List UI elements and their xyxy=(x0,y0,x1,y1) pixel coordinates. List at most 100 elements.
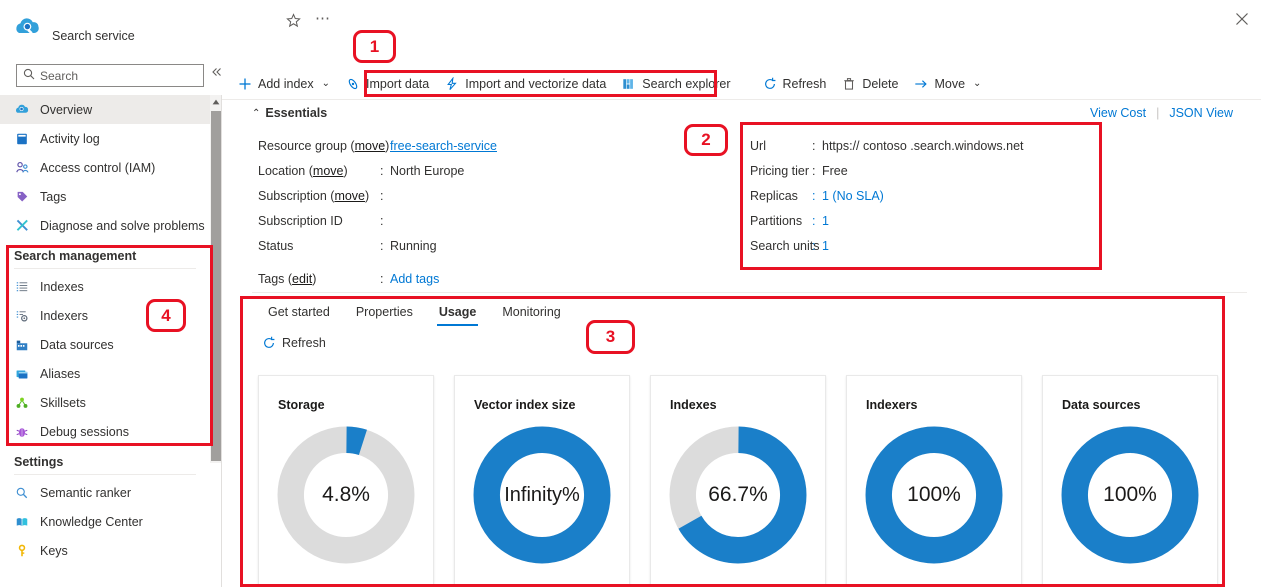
tab-usage[interactable]: Usage xyxy=(426,302,490,327)
field-value[interactable]: 1 xyxy=(822,214,829,228)
sidebar-item-indexes[interactable]: Indexes xyxy=(0,272,210,301)
annotation-badge-3: 3 xyxy=(586,320,635,354)
search-service-cloud-icon xyxy=(14,14,44,44)
view-cost-link[interactable]: View Cost xyxy=(1090,106,1146,120)
plus-icon xyxy=(238,77,252,91)
add-tags-link[interactable]: Add tags xyxy=(390,272,439,286)
divider xyxy=(14,268,196,269)
sidebar-item-label: Data sources xyxy=(40,337,114,352)
field-value[interactable]: 1 (No SLA) xyxy=(822,189,884,203)
essentials-right-fields: Url : https:// contoso .search.windows.n… xyxy=(750,133,1024,258)
field-resource-group: Resource group (move) : free-search-serv… xyxy=(258,138,497,153)
sidebar-item-label: Access control (IAM) xyxy=(40,160,156,175)
divider xyxy=(222,99,1261,100)
annotation-badge-1: 1 xyxy=(353,30,396,63)
sidebar-item-overview[interactable]: Overview xyxy=(0,95,210,124)
lightning-vectorize-icon xyxy=(445,76,459,91)
sidebar-item-aliases[interactable]: Aliases xyxy=(0,359,210,388)
chevron-up-icon: ⌃ xyxy=(252,107,261,119)
command-label: Move xyxy=(934,76,966,91)
magnifier-icon xyxy=(14,485,30,501)
essentials-toggle[interactable]: ⌃ Essentials xyxy=(252,106,327,120)
usage-refresh-button[interactable]: Refresh xyxy=(256,333,332,353)
brand-title: Search service xyxy=(52,29,135,43)
usage-cards: Storage 4.8% Vector index size Infinity%… xyxy=(258,375,1218,587)
field-key: Url xyxy=(750,138,766,153)
star-icon[interactable] xyxy=(286,13,301,31)
wrench-cross-icon xyxy=(14,218,30,234)
tab-get-started[interactable]: Get started xyxy=(255,302,343,327)
add-index-button[interactable]: Add index ⌄ xyxy=(230,73,338,95)
usage-card-data-sources[interactable]: Data sources 100% xyxy=(1042,375,1218,587)
import-data-icon xyxy=(346,77,360,91)
refresh-button[interactable]: Refresh xyxy=(755,73,835,95)
usage-card-storage[interactable]: Storage 4.8% xyxy=(258,375,434,587)
tab-monitoring[interactable]: Monitoring xyxy=(489,302,573,327)
field-value: North Europe xyxy=(390,163,465,178)
import-data-button[interactable]: Import data xyxy=(338,73,437,95)
tab-properties[interactable]: Properties xyxy=(343,302,426,327)
colon: : xyxy=(812,213,816,228)
colon: : xyxy=(380,138,384,153)
sidebar-item-debug-sessions[interactable]: Debug sessions xyxy=(0,417,210,446)
usage-card-vector-index-size[interactable]: Vector index size Infinity% xyxy=(454,375,630,587)
edit-link[interactable]: edit xyxy=(292,272,312,286)
move-link[interactable]: move xyxy=(313,164,344,178)
indexers-gear-icon xyxy=(14,308,30,324)
search-explorer-button[interactable]: Search explorer xyxy=(614,73,738,95)
donut-center-value: 66.7% xyxy=(708,483,768,506)
donut-center-value: Infinity% xyxy=(504,483,580,506)
field-tags: Tags (edit) : Add tags xyxy=(258,272,440,286)
sidebar-item-label: Diagnose and solve problems xyxy=(40,218,205,233)
sidebar-item-knowledge-center[interactable]: Knowledge Center xyxy=(0,507,210,536)
command-bar: Add index ⌄ Import data Import and vecto… xyxy=(230,70,989,97)
donut-chart-indexes: 66.7% xyxy=(651,422,825,568)
double-chevron-left-icon[interactable] xyxy=(211,66,222,80)
sidebar-item-activity-log[interactable]: Activity log xyxy=(0,124,210,153)
sidebar-item-tags[interactable]: Tags xyxy=(0,182,210,211)
field-key: Subscription ID xyxy=(258,213,343,228)
sidebar-item-access-control[interactable]: Access control (IAM) xyxy=(0,153,210,182)
delete-button[interactable]: Delete xyxy=(834,73,906,95)
sidebar-item-label: Indexers xyxy=(40,308,88,323)
sidebar-item-data-sources[interactable]: Data sources xyxy=(0,330,210,359)
field-status: Status : Running xyxy=(258,233,497,258)
sidebar-item-label: Knowledge Center xyxy=(40,514,143,529)
divider xyxy=(14,474,196,475)
sidebar-item-keys[interactable]: Keys xyxy=(0,536,210,565)
sidebar-item-skillsets[interactable]: Skillsets xyxy=(0,388,210,417)
command-label: Import and vectorize data xyxy=(465,76,607,91)
ellipsis-icon[interactable]: ⋯ xyxy=(315,11,331,26)
trash-icon xyxy=(842,77,856,91)
close-icon[interactable] xyxy=(1235,12,1249,29)
json-view-link[interactable]: JSON View xyxy=(1169,106,1233,120)
field-key: Status xyxy=(258,238,294,253)
field-key: Search units xyxy=(750,238,820,253)
move-link[interactable]: move xyxy=(334,189,365,203)
field-value[interactable]: free-search-service xyxy=(390,139,497,153)
search-icon xyxy=(23,67,35,85)
indexes-list-icon xyxy=(14,279,30,295)
colon: : xyxy=(380,272,384,286)
activity-log-icon xyxy=(14,131,30,147)
refresh-icon xyxy=(262,336,276,350)
sidebar-group-title-settings: Settings xyxy=(14,455,64,469)
field-value: Free xyxy=(822,163,848,178)
refresh-icon xyxy=(763,77,777,91)
scroll-up-arrow-icon[interactable] xyxy=(211,96,221,108)
tag-icon xyxy=(14,189,30,205)
usage-card-indexes[interactable]: Indexes 66.7% xyxy=(650,375,826,587)
search-input[interactable]: Search xyxy=(16,64,204,87)
azure-portal-search-service-overview: Search service Search Overview Activity … xyxy=(0,0,1261,587)
import-and-vectorize-data-button[interactable]: Import and vectorize data xyxy=(437,73,614,95)
command-label: Delete xyxy=(862,76,899,91)
refresh-label: Refresh xyxy=(282,336,326,350)
sidebar-item-semantic-ranker[interactable]: Semantic ranker xyxy=(0,478,210,507)
move-button[interactable]: Move ⌄ xyxy=(906,73,989,95)
search-explorer-grid-icon xyxy=(622,77,636,91)
field-value[interactable]: 1 xyxy=(822,239,829,253)
sidebar-item-diagnose[interactable]: Diagnose and solve problems xyxy=(0,211,210,240)
sidebar-item-label: Overview xyxy=(40,102,93,117)
usage-card-indexers[interactable]: Indexers 100% xyxy=(846,375,1022,587)
essentials-label: Essentials xyxy=(265,106,328,120)
